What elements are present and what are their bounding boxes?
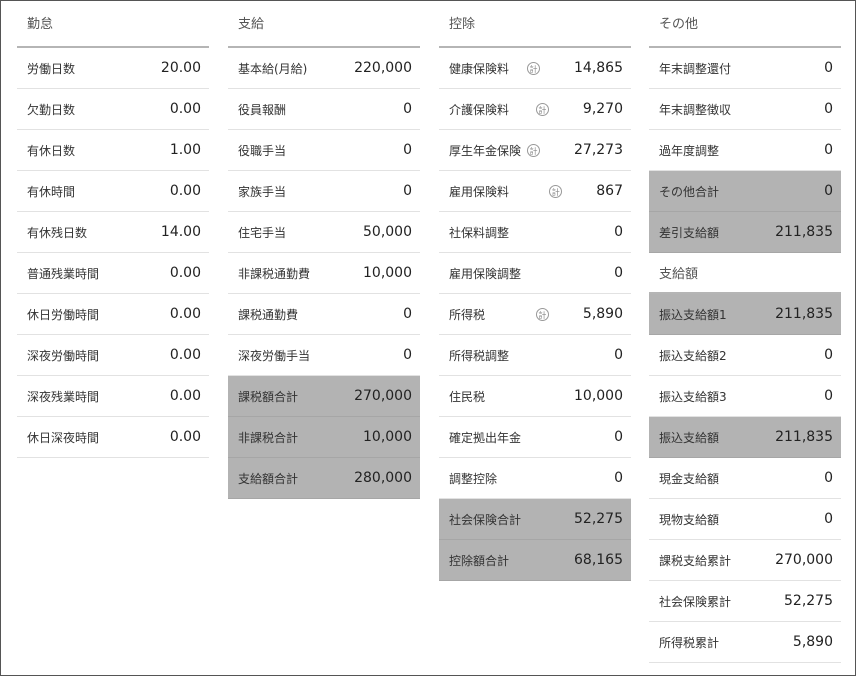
row-social-cumulative: 社会保険累計 52,275 [649, 581, 841, 622]
row-income-tax-adjust: 所得税調整 0 [439, 335, 631, 376]
row-working-days: 労働日数 20.00 [17, 48, 209, 89]
row-nontaxable-total: 非課税合計 10,000 [228, 417, 420, 458]
calculator-icon[interactable]: 計 [527, 143, 540, 157]
row-transfer-total: 振込支給額 211,835 [649, 417, 841, 458]
row-paid-leave-remaining: 有休残日数 14.00 [17, 212, 209, 253]
row-defined-contribution: 確定拠出年金 0 [439, 417, 631, 458]
row-night-allowance: 深夜労働手当 0 [228, 335, 420, 376]
calculator-icon[interactable]: 計 [549, 184, 563, 198]
row-paid-leave-days: 有休日数 1.00 [17, 130, 209, 171]
row-year-end-collect: 年末調整徴収 0 [649, 89, 841, 130]
row-taxable-total: 課税額合計 270,000 [228, 376, 420, 417]
deduction-header: 控除 [439, 1, 631, 48]
row-other-total: その他合計 0 [649, 171, 841, 212]
row-resident-tax: 住民税 10,000 [439, 376, 631, 417]
payment-amount-subheader: 支給額 [649, 253, 841, 294]
row-adjust-deduction: 調整控除 0 [439, 458, 631, 499]
deduction-column: 控除 健康保険料計 14,865 介護保険料計 9,270 厚生年金保険計 27,27… [439, 1, 631, 581]
row-social-insurance-total: 社会保険合計 52,275 [439, 499, 631, 540]
row-payment-total: 支給額合計 280,000 [228, 458, 420, 499]
row-income-tax-cumulative: 所得税累計 5,890 [649, 622, 841, 663]
row-employment-insurance: 雇用保険料計 867 [439, 171, 631, 212]
row-in-kind-payment: 現物支給額 0 [649, 499, 841, 540]
other-column: その他 年末調整還付 0 年末調整徴収 0 過年度調整 0 その他合計 0 差引支給額 2… [649, 1, 841, 663]
row-taxable-cumulative: 課税支給累計 270,000 [649, 540, 841, 581]
attendance-column: 勤怠 労働日数 20.00 欠勤日数 0.00 有休日数 1.00 有休時間 0.00 … [17, 1, 209, 458]
row-nontax-commute: 非課税通勤費 10,000 [228, 253, 420, 294]
row-prior-year-adjust: 過年度調整 0 [649, 130, 841, 171]
calculator-icon[interactable]: 計 [527, 61, 540, 75]
row-absence-days: 欠勤日数 0.00 [17, 89, 209, 130]
row-base-salary: 基本給(月給) 220,000 [228, 48, 420, 89]
row-transfer-3: 振込支給額3 0 [649, 376, 841, 417]
row-pension-insurance: 厚生年金保険計 27,273 [439, 130, 631, 171]
row-overtime-hours: 普通残業時間 0.00 [17, 253, 209, 294]
attendance-header: 勤怠 [17, 1, 209, 48]
row-transfer-2: 振込支給額2 0 [649, 335, 841, 376]
row-family-allowance: 家族手当 0 [228, 171, 420, 212]
row-transfer-1: 振込支給額1 211,835 [649, 294, 841, 335]
row-health-insurance: 健康保険料計 14,865 [439, 48, 631, 89]
calculator-icon[interactable]: 計 [535, 102, 549, 116]
row-night-overtime-hours: 深夜残業時間 0.00 [17, 376, 209, 417]
row-paid-leave-hours: 有休時間 0.00 [17, 171, 209, 212]
row-night-work-hours: 深夜労働時間 0.00 [17, 335, 209, 376]
row-care-insurance: 介護保険料計 9,270 [439, 89, 631, 130]
row-tax-commute: 課税通勤費 0 [228, 294, 420, 335]
row-cash-payment: 現金支給額 0 [649, 458, 841, 499]
row-net-payment: 差引支給額 211,835 [649, 212, 841, 253]
row-social-adjust: 社保料調整 0 [439, 212, 631, 253]
payslip-panel: 勤怠 労働日数 20.00 欠勤日数 0.00 有休日数 1.00 有休時間 0.00 … [0, 0, 856, 676]
row-housing-allowance: 住宅手当 50,000 [228, 212, 420, 253]
other-header: その他 [649, 1, 841, 48]
row-holiday-night-hours: 休日深夜時間 0.00 [17, 417, 209, 458]
payment-column: 支給 基本給(月給) 220,000 役員報酬 0 役職手当 0 家族手当 0 住宅手当… [228, 1, 420, 499]
calculator-icon[interactable]: 計 [535, 307, 549, 321]
row-executive-pay: 役員報酬 0 [228, 89, 420, 130]
row-employment-adjust: 雇用保険調整 0 [439, 253, 631, 294]
row-holiday-work-hours: 休日労働時間 0.00 [17, 294, 209, 335]
row-year-end-refund: 年末調整還付 0 [649, 48, 841, 89]
row-deduction-total: 控除額合計 68,165 [439, 540, 631, 581]
row-income-tax: 所得税計 5,890 [439, 294, 631, 335]
row-position-allowance: 役職手当 0 [228, 130, 420, 171]
payment-header: 支給 [228, 1, 420, 48]
